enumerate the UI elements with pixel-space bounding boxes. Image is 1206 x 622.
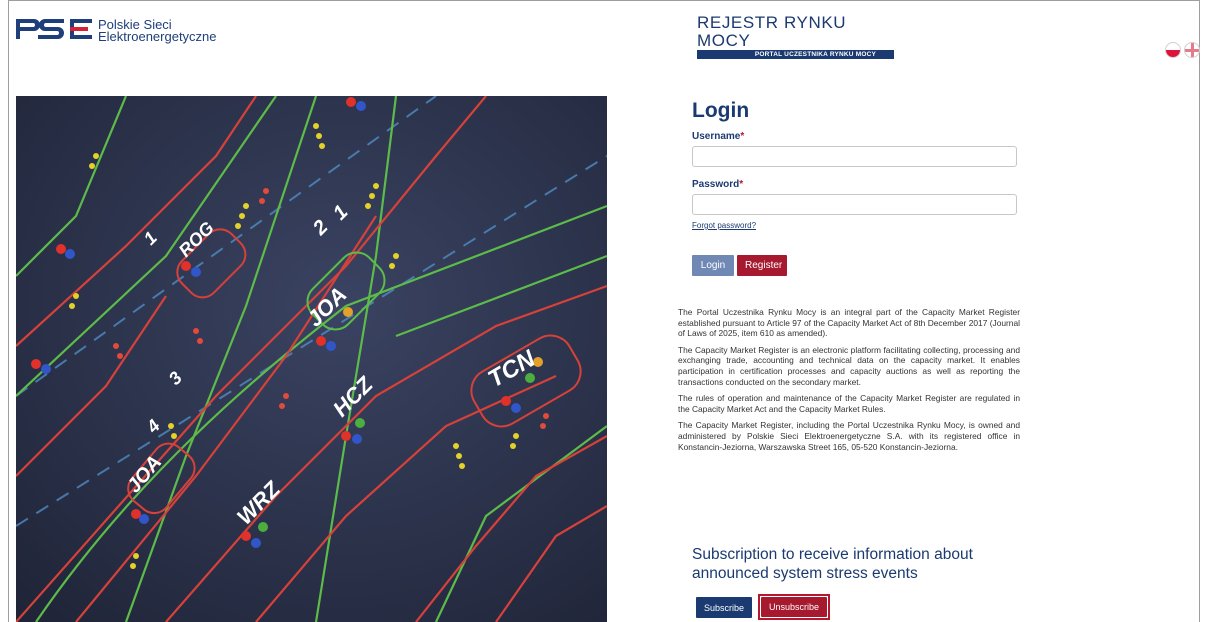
login-form: Login Username* Password* Forgot passwor… (692, 98, 1018, 276)
logo-line-2: Elektroenergetyczne (98, 29, 217, 44)
username-input[interactable] (692, 146, 1017, 167)
pse-logo-text: Polskie Sieci Elektroenergetyczne (98, 18, 217, 44)
about-paragraph: The rules of operation and maintenance o… (678, 393, 1020, 414)
register-logo: REJESTR RYNKU MOCY PORTAL UCZESTNIKA RYN… (697, 14, 894, 59)
subscribe-button[interactable]: Subscribe (696, 597, 753, 618)
pse-logo[interactable]: Polskie Sieci Elektroenergetyczne (16, 16, 217, 43)
register-title: REJESTR RYNKU MOCY (697, 13, 847, 50)
register-subtitle: PORTAL UCZESTNIKA RYNKU MOCY (697, 50, 894, 59)
grid-diagram-illustration: TCN JOA HCZ WRZ ROG JOA 2 1 4 3 1 (16, 96, 607, 622)
uk-flag-icon[interactable] (1184, 42, 1200, 58)
hero-image: TCN JOA HCZ WRZ ROG JOA 2 1 4 3 1 (16, 96, 607, 622)
unsubscribe-button[interactable]: Unsubscribe (761, 597, 828, 617)
login-button[interactable]: Login (692, 255, 734, 276)
subscription-buttons: Subscribe Unsubscribe (696, 594, 831, 620)
register-button[interactable]: Register (737, 255, 787, 276)
about-paragraph: The Capacity Market Register, including … (678, 420, 1020, 452)
login-button-row: Login Register (692, 255, 1018, 276)
login-title: Login (692, 99, 750, 122)
about-section: The Portal Uczestnika Rynku Mocy is an i… (678, 307, 1020, 458)
unsubscribe-highlight: Unsubscribe (758, 594, 831, 620)
about-paragraph: The Portal Uczestnika Rynku Mocy is an i… (678, 307, 1020, 339)
subscription-section: Subscription to receive information abou… (692, 545, 1022, 583)
language-switcher (1165, 42, 1200, 58)
pse-logo-icon (16, 19, 92, 39)
username-label: Username* (692, 131, 745, 142)
password-label: Password* (692, 179, 744, 190)
about-paragraph: The Capacity Market Register is an elect… (678, 344, 1020, 387)
pl-flag-icon[interactable] (1165, 42, 1181, 58)
password-input[interactable] (692, 194, 1017, 215)
forgot-password-link[interactable]: Forgot password? (692, 221, 756, 230)
subscription-title: Subscription to receive information abou… (692, 546, 973, 582)
